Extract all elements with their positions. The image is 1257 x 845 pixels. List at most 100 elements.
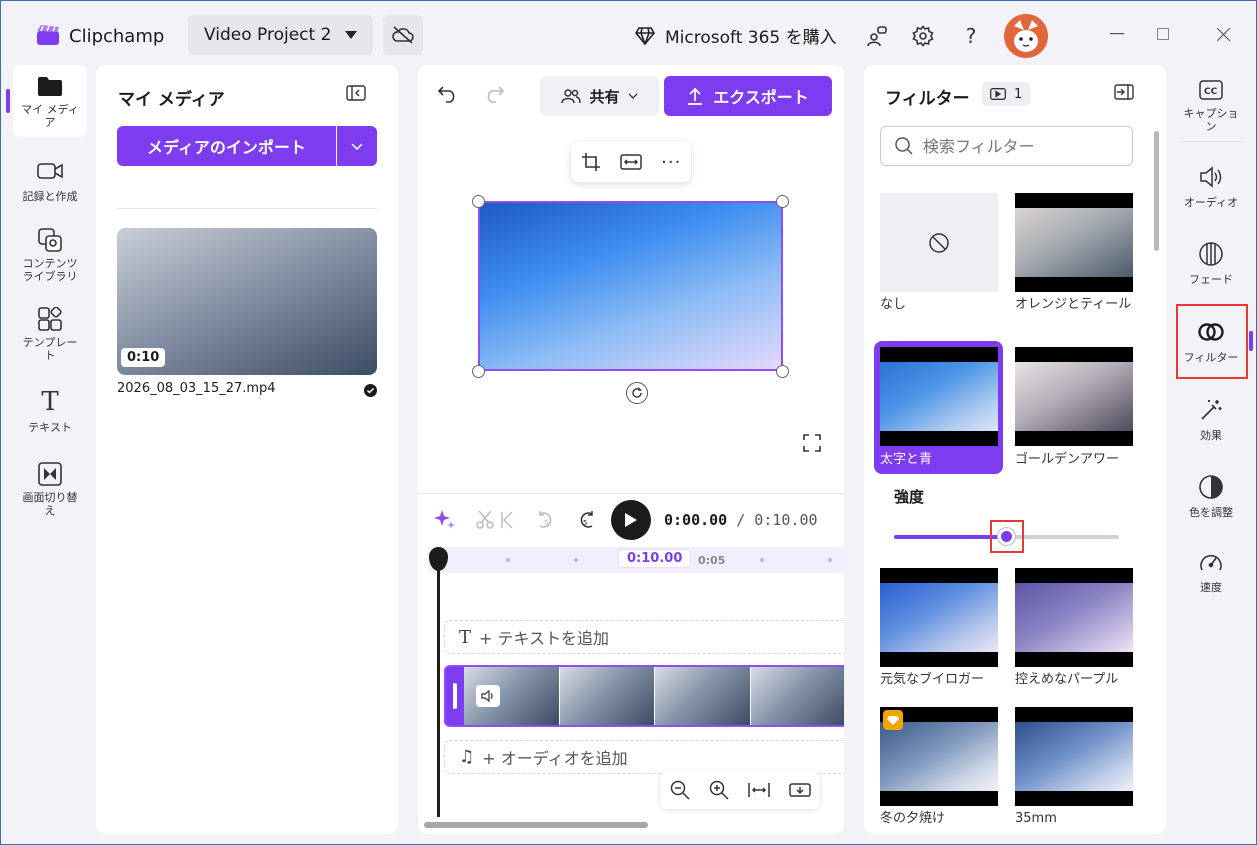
divider bbox=[1181, 141, 1243, 142]
rail-item-my-media[interactable]: マイ メディア bbox=[14, 73, 86, 129]
undo-button[interactable] bbox=[438, 85, 458, 103]
forward-5s-button[interactable]: 5 bbox=[576, 510, 596, 532]
close-button[interactable] bbox=[1207, 18, 1239, 50]
timeline-scrollbar[interactable] bbox=[424, 822, 648, 828]
split-button[interactable] bbox=[476, 510, 516, 530]
filter-tile-vlogger[interactable]: 元気なブイロガー bbox=[880, 568, 1000, 687]
time-display: 0:00.00 / 0:10.00 bbox=[664, 511, 818, 529]
filter-search-input[interactable] bbox=[923, 136, 1113, 156]
media-panel-title: マイ メディア bbox=[118, 90, 225, 110]
rail-item-effects[interactable]: 効果 bbox=[1175, 397, 1247, 443]
rail-item-fade[interactable]: フェード bbox=[1175, 241, 1247, 287]
add-text-track[interactable]: T + テキストを追加 bbox=[444, 620, 844, 654]
rail-active-indicator bbox=[6, 89, 10, 113]
filter-tile-bold-blue[interactable]: 太字と青 bbox=[880, 347, 1000, 467]
filter-tile-orange-teal[interactable]: オレンジとティール bbox=[1015, 193, 1135, 312]
rewind-5s-button[interactable]: 5 bbox=[536, 510, 556, 532]
rail-item-speed[interactable]: 速度 bbox=[1175, 549, 1247, 595]
more-options-icon[interactable]: ··· bbox=[661, 152, 681, 173]
speaker-icon bbox=[1199, 164, 1223, 190]
clip-frame bbox=[750, 667, 844, 725]
project-name-dropdown[interactable]: Video Project 2 bbox=[188, 15, 373, 55]
svg-text:5: 5 bbox=[544, 519, 548, 527]
fade-icon bbox=[1199, 241, 1223, 267]
filter-tile-35mm[interactable]: 35mm bbox=[1015, 707, 1135, 826]
magic-edit-button[interactable] bbox=[434, 508, 456, 530]
rail-item-audio[interactable]: オーディオ bbox=[1175, 164, 1247, 210]
collapse-properties-button[interactable] bbox=[1114, 84, 1134, 100]
add-text-label: + テキストを追加 bbox=[479, 629, 610, 648]
media-thumbnail[interactable]: 0:10 bbox=[117, 228, 377, 375]
add-audio-track[interactable]: ♫ + オーディオを追加 bbox=[444, 740, 844, 774]
project-name: Video Project 2 bbox=[204, 25, 332, 45]
help-button[interactable]: ? bbox=[955, 20, 987, 52]
scissors-icon bbox=[476, 510, 516, 530]
fit-timeline-icon[interactable] bbox=[747, 782, 770, 798]
export-button[interactable]: エクスポート bbox=[664, 76, 832, 116]
resize-handle-top-left[interactable] bbox=[472, 195, 485, 208]
share-button[interactable]: 共有 bbox=[540, 76, 659, 116]
rail-item-record-create[interactable]: 記録と作成 bbox=[14, 158, 86, 204]
user-avatar[interactable] bbox=[1004, 14, 1048, 58]
fit-icon[interactable] bbox=[620, 154, 642, 170]
preview-panel: 共有 エクスポート ··· 5 5 0:00.00 / 0:10.00 0:10… bbox=[418, 65, 844, 834]
playhead[interactable] bbox=[437, 559, 440, 817]
timeline-end-marker: 0:10.00 bbox=[618, 549, 692, 568]
clip-trim-handle[interactable] bbox=[446, 667, 464, 725]
resize-handle-top-right[interactable] bbox=[776, 195, 789, 208]
zoom-in-icon[interactable] bbox=[709, 780, 729, 800]
fullscreen-button[interactable] bbox=[803, 434, 821, 452]
maximize-button[interactable] bbox=[1147, 18, 1179, 50]
rail-item-label: マイ メディア bbox=[21, 103, 79, 129]
question-mark-icon: ? bbox=[965, 24, 977, 48]
filter-preview bbox=[1015, 568, 1133, 667]
zoom-out-icon[interactable] bbox=[670, 780, 690, 800]
filter-label: オレンジとティール bbox=[1015, 297, 1132, 312]
filter-tile-winter-sunset[interactable]: 冬の夕焼け bbox=[880, 707, 1000, 826]
rail-item-label: フェード bbox=[1189, 273, 1233, 286]
minimize-button[interactable] bbox=[1101, 18, 1133, 50]
rail-item-label: テキスト bbox=[28, 421, 72, 434]
filter-tile-golden-hour[interactable]: ゴールデンアワー bbox=[1015, 347, 1135, 467]
rail-item-label: テンプレート bbox=[22, 336, 78, 362]
speedometer-icon bbox=[1199, 549, 1223, 575]
redo-button[interactable] bbox=[484, 85, 504, 103]
checkmark-icon bbox=[364, 384, 377, 397]
volume-icon[interactable] bbox=[476, 685, 500, 707]
svg-text:5: 5 bbox=[583, 519, 587, 527]
rail-item-label: オーディオ bbox=[1183, 196, 1239, 209]
buy-microsoft-365-button[interactable]: Microsoft 365 を購入 bbox=[635, 23, 837, 48]
feedback-button[interactable] bbox=[861, 20, 893, 52]
chevron-down-icon bbox=[351, 142, 363, 150]
import-options-dropdown[interactable] bbox=[337, 126, 377, 166]
filter-search-field[interactable] bbox=[880, 126, 1133, 166]
import-media-button[interactable]: メディアのインポート bbox=[117, 126, 336, 166]
settings-button[interactable] bbox=[907, 20, 939, 52]
filter-tile-muted-purple[interactable]: 控えめなパープル bbox=[1015, 568, 1135, 687]
timeline-view-icon[interactable] bbox=[788, 781, 811, 799]
video-track-clip[interactable] bbox=[444, 665, 844, 727]
collapse-panel-button[interactable] bbox=[346, 85, 366, 101]
crop-icon[interactable] bbox=[581, 152, 601, 172]
rotate-button[interactable] bbox=[626, 382, 648, 404]
people-icon bbox=[866, 25, 888, 47]
ruler-tick bbox=[828, 558, 832, 562]
rail-item-content-library[interactable]: コンテンツ ライブラリ bbox=[14, 227, 86, 283]
video-preview-canvas[interactable] bbox=[478, 201, 783, 371]
rail-item-text[interactable]: T テキスト bbox=[14, 387, 86, 435]
resize-handle-bottom-right[interactable] bbox=[776, 365, 789, 378]
play-button[interactable] bbox=[611, 500, 651, 540]
resize-handle-bottom-left[interactable] bbox=[472, 365, 485, 378]
cloud-sync-off-button[interactable] bbox=[383, 15, 423, 55]
sparkle-icon bbox=[434, 508, 456, 530]
upload-icon bbox=[687, 87, 703, 105]
rail-item-templates[interactable]: テンプレート bbox=[14, 306, 86, 362]
filter-tile-none[interactable]: なし bbox=[880, 193, 1000, 312]
rail-item-color-adjust[interactable]: 色を調整 bbox=[1175, 474, 1247, 520]
rail-item-captions[interactable]: CC キャプション bbox=[1175, 77, 1247, 133]
filter-panel-scrollbar[interactable] bbox=[1154, 131, 1159, 251]
rail-item-transitions[interactable]: 画面切り替え bbox=[14, 461, 86, 517]
rail-active-indicator bbox=[1249, 331, 1253, 351]
ruler-tick bbox=[574, 558, 578, 562]
svg-text:CC: CC bbox=[1204, 87, 1218, 97]
